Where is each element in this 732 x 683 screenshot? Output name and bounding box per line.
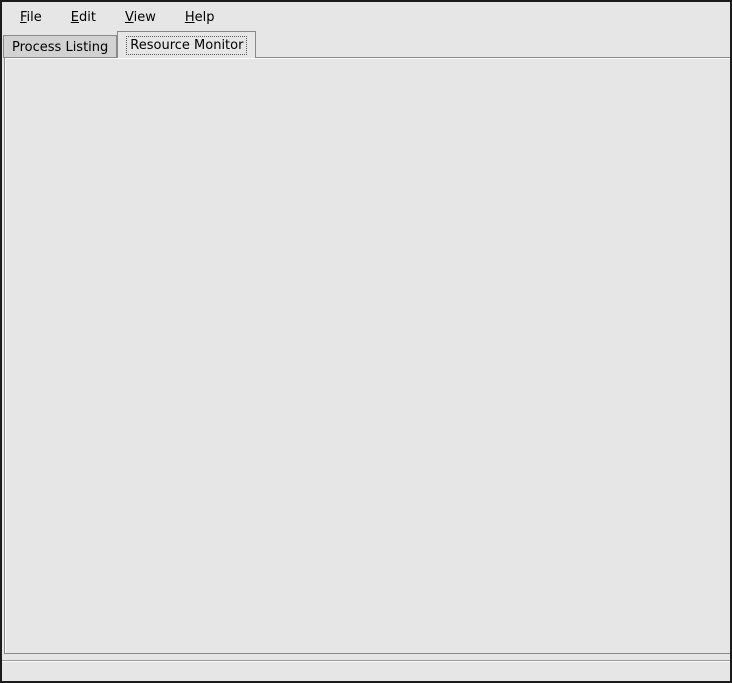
status-bar	[2, 660, 730, 681]
menu-help[interactable]: Help	[177, 7, 223, 28]
tab-resource-monitor[interactable]: Resource Monitor	[117, 31, 256, 58]
menu-view[interactable]: View	[117, 7, 164, 28]
resource-monitor-panel	[4, 57, 732, 654]
menu-bar: File Edit View Help	[2, 4, 730, 30]
tab-bar: Process Listing Resource Monitor	[3, 30, 731, 58]
menu-edit[interactable]: Edit	[63, 7, 104, 28]
system-monitor-window: File Edit View Help Process Listing Reso…	[0, 0, 732, 683]
tab-resource-monitor-label: Resource Monitor	[126, 36, 247, 55]
tab-process-listing-label: Process Listing	[12, 40, 108, 55]
menu-file[interactable]: File	[12, 7, 50, 28]
tab-process-listing[interactable]: Process Listing	[3, 35, 117, 58]
